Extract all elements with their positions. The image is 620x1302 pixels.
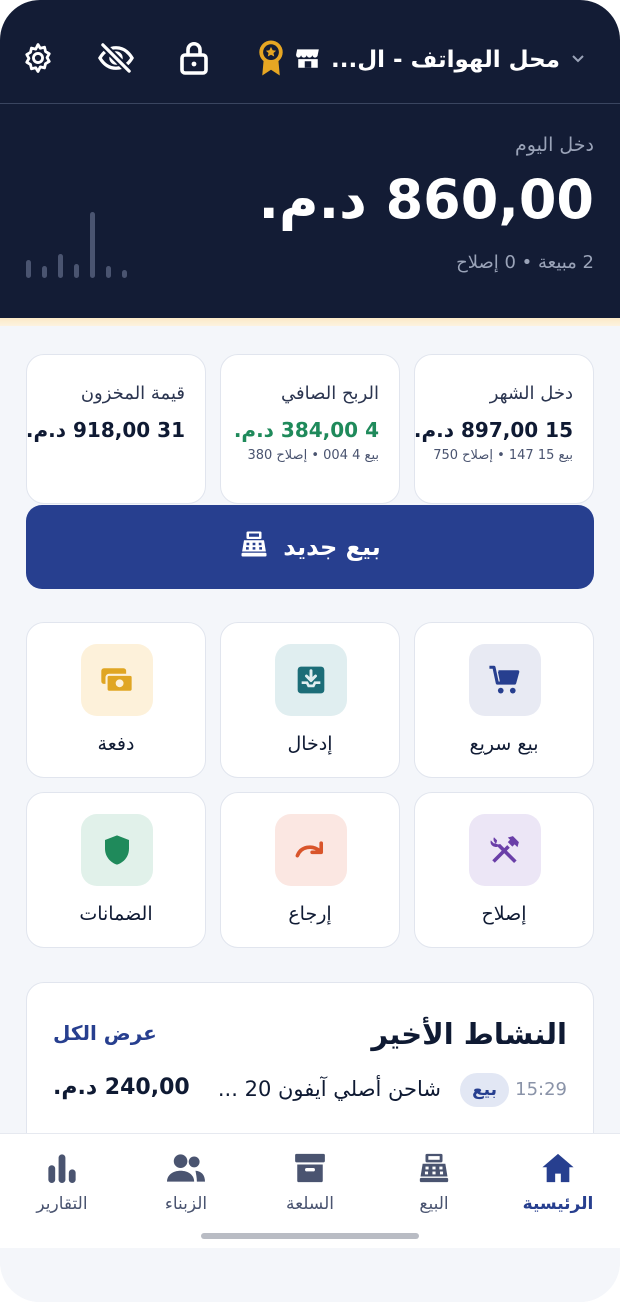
- nav-label: البيع: [419, 1194, 449, 1214]
- warranties-tile[interactable]: الضمانات: [26, 792, 206, 948]
- return-arrow-icon: [275, 814, 347, 886]
- stat-title: دخل الشهر: [489, 383, 573, 404]
- stat-value: 15 897,00 د.م.: [413, 418, 573, 442]
- mini-bar: [106, 266, 111, 278]
- quick-sale-tile[interactable]: بيع سريع: [414, 622, 594, 778]
- mini-bar: [42, 266, 47, 278]
- app-screen: محل الهواتف - ال... دخل اليوم 860,00 د.م…: [0, 0, 620, 1302]
- today-income-amount: 860,00 د.م.: [258, 168, 594, 231]
- payment-tile[interactable]: دفعة: [26, 622, 206, 778]
- stat-breakdown: بيع 4 004 • إصلاح 380: [247, 448, 379, 463]
- today-income-label: دخل اليوم: [514, 134, 594, 156]
- activity-time: 15:29: [515, 1079, 567, 1100]
- activity-description: شاحن أصلي آيفون 20 ...: [217, 1077, 441, 1101]
- nav-customers[interactable]: الزبناء: [124, 1148, 248, 1224]
- mini-bar: [90, 212, 95, 278]
- stock-entry-tile[interactable]: إدخال: [220, 622, 400, 778]
- stat-card-month-income[interactable]: دخل الشهر 15 897,00 د.م. بيع 15 147 • إص…: [414, 354, 594, 504]
- cash-register-icon: [372, 1148, 496, 1188]
- repair-tile[interactable]: إصلاح: [414, 792, 594, 948]
- view-all-link[interactable]: عرض الكل: [53, 1021, 157, 1045]
- premium-badge-icon[interactable]: [251, 38, 291, 78]
- visibility-off-icon[interactable]: [96, 38, 136, 78]
- cash-icon: [81, 644, 153, 716]
- store-name: محل الهواتف - ال...: [330, 47, 560, 73]
- tile-label: إدخال: [287, 733, 333, 755]
- nav-label: الزبناء: [164, 1194, 208, 1214]
- home-icon: [496, 1148, 620, 1188]
- bottom-navigation: الرئيسية البيع السلعة الزبناء التقارير: [0, 1133, 620, 1248]
- stat-title: الربح الصافي: [281, 383, 379, 404]
- chevron-down-icon: [570, 50, 586, 70]
- nav-products[interactable]: السلعة: [248, 1148, 372, 1224]
- activity-type-badge: بيع: [460, 1073, 509, 1107]
- nav-label: السلعة: [285, 1194, 334, 1214]
- archive-box-icon: [248, 1148, 372, 1188]
- tile-label: إصلاح: [481, 903, 527, 925]
- mini-bar-chart: [26, 212, 127, 278]
- today-income-breakdown: 2 مبيعة • 0 إصلاح: [456, 252, 594, 273]
- activity-amount: 240,00 د.م.: [53, 1075, 190, 1100]
- bar-chart-icon: [0, 1148, 124, 1188]
- tile-label: إرجاع: [288, 903, 332, 925]
- nav-sales[interactable]: البيع: [372, 1148, 496, 1224]
- top-bar: محل الهواتف - ال...: [0, 0, 620, 104]
- tile-label: دفعة: [97, 733, 135, 755]
- bottom-safe-area: [0, 1248, 620, 1302]
- home-indicator[interactable]: [201, 1233, 419, 1239]
- return-tile[interactable]: إرجاع: [220, 792, 400, 948]
- shield-icon: [81, 814, 153, 886]
- nav-home[interactable]: الرئيسية: [496, 1148, 620, 1224]
- recent-activity-title: النشاط الأخير: [371, 1017, 567, 1051]
- nav-reports[interactable]: التقارير: [0, 1148, 124, 1224]
- hero-accent-strip: [0, 318, 620, 326]
- stat-value: 31 918,00 د.م.: [25, 418, 185, 442]
- mini-bar: [26, 260, 31, 278]
- stat-value: 4 384,00 د.م.: [233, 418, 379, 442]
- users-icon: [124, 1148, 248, 1188]
- cash-register-icon: [239, 529, 269, 565]
- inbox-download-icon: [275, 644, 347, 716]
- stat-card-net-profit[interactable]: الربح الصافي 4 384,00 د.م. بيع 4 004 • إ…: [220, 354, 400, 504]
- stat-title: قيمة المخزون: [80, 383, 185, 404]
- store-icon: [295, 45, 321, 75]
- tile-label: بيع سريع: [469, 733, 539, 755]
- activity-row[interactable]: 15:29 بيع شاحن أصلي آيفون 20 ... 240,00 …: [53, 1073, 567, 1109]
- tools-icon: [469, 814, 541, 886]
- lock-icon[interactable]: [174, 38, 214, 78]
- stat-breakdown: بيع 15 147 • إصلاح 750: [433, 448, 573, 463]
- store-selector[interactable]: محل الهواتف - ال...: [295, 40, 594, 80]
- nav-label: التقارير: [36, 1194, 88, 1214]
- tile-label: الضمانات: [79, 903, 153, 925]
- stat-card-inventory-value[interactable]: قيمة المخزون 31 918,00 د.م.: [26, 354, 206, 504]
- nav-label: الرئيسية: [522, 1194, 594, 1214]
- new-sale-button[interactable]: بيع جديد: [26, 505, 594, 589]
- cart-icon: [469, 644, 541, 716]
- mini-bar: [122, 270, 127, 278]
- today-income-panel: دخل اليوم 860,00 د.م. 2 مبيعة • 0 إصلاح: [0, 104, 620, 318]
- mini-bar: [58, 254, 63, 278]
- new-sale-label: بيع جديد: [283, 533, 381, 561]
- mini-bar: [74, 264, 79, 278]
- settings-icon[interactable]: [18, 38, 58, 78]
